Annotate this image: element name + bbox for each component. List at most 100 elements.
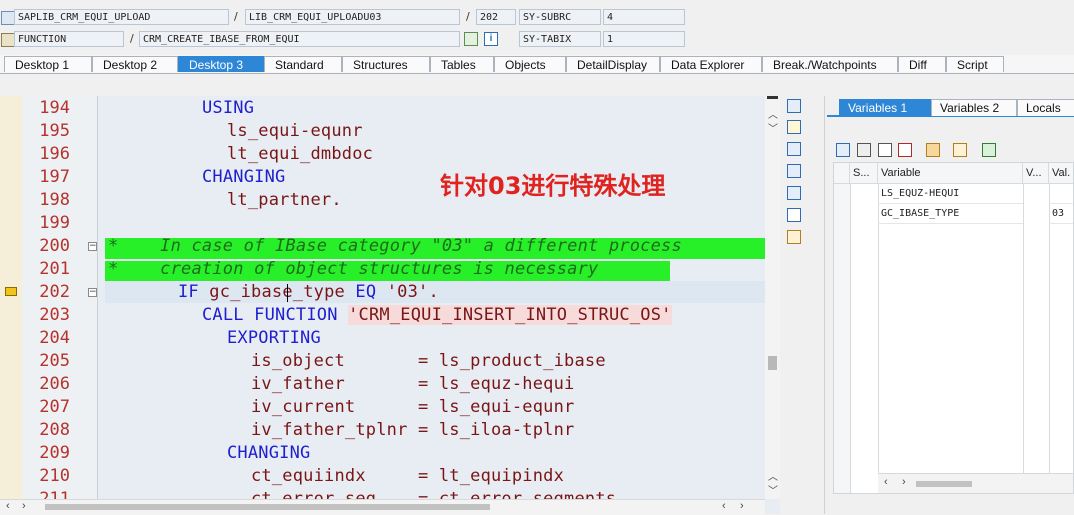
swap-layout-icon[interactable] xyxy=(787,186,801,200)
code-editor[interactable]: − − 194 USING 195 ls_equi-equnr 196 lt_e… xyxy=(0,96,780,514)
column-header[interactable]: S... xyxy=(850,163,878,184)
scroll-left-icon[interactable]: ‹ xyxy=(722,500,726,512)
scroll-left-icon[interactable]: ‹ xyxy=(884,476,888,488)
line-field[interactable]: 202 xyxy=(476,9,516,25)
code-line: EXPORTING xyxy=(227,328,321,348)
tab-locals[interactable]: Locals xyxy=(1017,99,1074,116)
line-number: 202 xyxy=(39,282,70,302)
sysvar-label-2: SY-TABIX xyxy=(519,31,601,47)
code-line-current: IF gc_ibase_type EQ '03'. xyxy=(178,282,439,302)
tab-desktop-1[interactable]: Desktop 1 xyxy=(4,56,92,72)
variable-name[interactable]: LS_EQUZ-HEQUI xyxy=(878,184,1023,204)
type-field[interactable]: FUNCTION xyxy=(14,31,124,47)
tab-diff[interactable]: Diff xyxy=(898,56,946,72)
variable-name[interactable]: GC_IBASE_TYPE xyxy=(878,204,1023,224)
tab-standard[interactable]: Standard xyxy=(264,56,342,72)
tab-script[interactable]: Script xyxy=(946,56,1004,72)
line-number: 199 xyxy=(39,213,70,233)
scroll-up-icon[interactable]: ︿ xyxy=(768,468,778,483)
scroll-top-icon[interactable] xyxy=(767,96,778,99)
grid-column xyxy=(1023,184,1050,493)
maximize-icon[interactable] xyxy=(787,164,801,178)
comment-line: * creation of object structures is neces… xyxy=(108,259,599,279)
tab-detaildisplay[interactable]: DetailDisplay xyxy=(566,56,660,72)
editor-vertical-scrollbar[interactable]: ︿ ﹀ ︿ ﹀ xyxy=(765,96,780,499)
collapse-icon[interactable]: − xyxy=(88,288,97,297)
scroll-left-icon[interactable]: ‹ xyxy=(6,500,10,512)
code-line: iv_current = ls_equi-equnr xyxy=(251,397,575,417)
refresh-icon[interactable] xyxy=(982,143,996,157)
column-header[interactable]: Val. xyxy=(1049,163,1073,184)
sort-icon[interactable] xyxy=(926,143,940,157)
function-name-field[interactable]: CRM_CREATE_IBASE_FROM_EQUI xyxy=(139,31,460,47)
line-number: 194 xyxy=(39,98,70,118)
text-cursor xyxy=(287,284,288,302)
table-horizontal-scrollbar[interactable]: ‹ › xyxy=(878,473,1073,493)
grid-column xyxy=(850,184,879,493)
sysvar-value-2[interactable]: 1 xyxy=(603,31,685,47)
tab-breakpoints[interactable]: Break./Watchpoints xyxy=(762,56,898,72)
column-header[interactable]: Variable xyxy=(878,163,1023,184)
tab-desktop-3[interactable]: Desktop 3 xyxy=(178,56,264,72)
scroll-thumb[interactable] xyxy=(768,356,777,370)
variables-table[interactable]: S... Variable V... Val. LS_EQUZ-HEQUI GC… xyxy=(833,162,1074,494)
scroll-right-icon[interactable]: › xyxy=(740,500,744,512)
variable-value[interactable]: 03 xyxy=(1049,204,1073,224)
collapse-icon[interactable]: − xyxy=(88,242,97,251)
tab-data-explorer[interactable]: Data Explorer xyxy=(660,56,762,72)
separator: / xyxy=(130,32,134,45)
scroll-down-icon[interactable]: ﹀ xyxy=(768,482,778,497)
tab-tables[interactable]: Tables xyxy=(430,56,494,72)
tab-variables-1[interactable]: Variables 1 xyxy=(839,99,931,116)
line-number: 198 xyxy=(39,190,70,210)
code-line: lt_partner. xyxy=(227,190,342,210)
tab-desktop-2[interactable]: Desktop 2 xyxy=(92,56,178,72)
scroll-right-icon[interactable]: › xyxy=(22,500,26,512)
scroll-right-icon[interactable]: › xyxy=(902,476,906,488)
sysvar-label: SY-SUBRC xyxy=(519,9,601,25)
transfer-icon[interactable] xyxy=(953,143,967,157)
delete-icon[interactable] xyxy=(836,143,850,157)
include-field[interactable]: LIB_CRM_EQUI_UPLOADU03 xyxy=(245,9,460,25)
scroll-down-icon[interactable]: ﹀ xyxy=(768,120,778,135)
scroll-thumb[interactable] xyxy=(916,481,972,487)
editor-horizontal-scrollbar[interactable]: ‹ › ‹ › xyxy=(0,499,765,515)
services-icon[interactable] xyxy=(787,208,801,222)
new-tool-icon[interactable] xyxy=(787,120,801,134)
delete-row-icon[interactable] xyxy=(898,143,912,157)
tab-objects[interactable]: Objects xyxy=(494,56,566,72)
separator: / xyxy=(234,10,238,23)
tab-structures[interactable]: Structures xyxy=(342,56,430,72)
code-line: USING xyxy=(202,98,255,118)
insert-row-icon[interactable] xyxy=(878,143,892,157)
code-line: is_object = ls_product_ibase xyxy=(251,351,606,371)
line-number: 201 xyxy=(39,259,70,279)
settings-icon[interactable] xyxy=(787,230,801,244)
annotation-text: 针对03进行特殊处理 xyxy=(440,172,666,200)
program-field[interactable]: SAPLIB_CRM_EQUI_UPLOAD xyxy=(14,9,229,25)
function-icon xyxy=(1,33,15,47)
sysvar-value[interactable]: 4 xyxy=(603,9,685,25)
literal: '03'. xyxy=(376,282,439,302)
info-icon[interactable]: i xyxy=(484,32,498,46)
keyword: IF xyxy=(178,282,199,302)
column-header[interactable]: V... xyxy=(1023,163,1049,184)
variable-value[interactable] xyxy=(1049,184,1073,204)
line-number: 210 xyxy=(39,466,70,486)
line-number: 206 xyxy=(39,374,70,394)
close-tool-icon[interactable] xyxy=(787,99,801,113)
line-number: 203 xyxy=(39,305,70,325)
identifier: gc_ibase_type xyxy=(198,282,356,302)
breakpoint-gutter[interactable] xyxy=(0,96,23,514)
code-line: iv_father_tplnr = ls_iloa-tplnr xyxy=(251,420,575,440)
keyword: CALL FUNCTION xyxy=(202,305,338,325)
tab-variables-2[interactable]: Variables 2 xyxy=(931,99,1017,116)
scroll-up-icon[interactable]: ︿ xyxy=(768,106,778,121)
delete-all-icon[interactable] xyxy=(857,143,871,157)
line-number: 197 xyxy=(39,167,70,187)
replace-tool-icon[interactable] xyxy=(787,142,801,156)
navigate-icon[interactable] xyxy=(464,32,478,46)
line-number: 207 xyxy=(39,397,70,417)
program-icon xyxy=(1,11,15,25)
scroll-thumb[interactable] xyxy=(45,504,490,510)
